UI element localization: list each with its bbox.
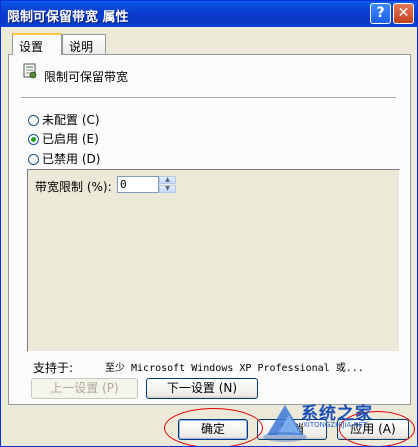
radio-label: 已启用 (E)	[42, 132, 99, 146]
support-label: 支持于:	[33, 361, 74, 375]
policy-name: 限制可保留带宽	[44, 70, 129, 84]
close-button[interactable]: ✕	[393, 3, 414, 24]
properties-dialog: 限制可保留带宽 属性 ? ✕ 设置 说明 限制可保留带宽 未配置 (C) 已启用…	[0, 0, 418, 447]
tab-settings[interactable]: 设置	[12, 33, 62, 55]
spin-up-icon[interactable]: ▲	[159, 176, 176, 184]
options-box	[27, 169, 400, 352]
bandwidth-label: 带宽限制 (%):	[35, 180, 112, 194]
tab-explain[interactable]: 说明	[62, 34, 106, 55]
policy-icon	[23, 63, 37, 79]
radio-not-configured[interactable]: 未配置 (C)	[28, 111, 100, 127]
next-setting-button[interactable]: 下一设置 (N)	[146, 378, 258, 399]
radio-circle[interactable]	[28, 134, 39, 145]
radio-circle[interactable]	[28, 154, 39, 165]
radio-label: 未配置 (C)	[42, 113, 100, 127]
window-title: 限制可保留带宽 属性	[7, 10, 129, 25]
separator	[21, 97, 396, 99]
spin-down-icon[interactable]: ▼	[159, 185, 176, 193]
help-button[interactable]: ?	[370, 3, 391, 24]
support-value: 至少 Microsoft Windows XP Professional 或..…	[105, 363, 364, 374]
radio-enabled[interactable]: 已启用 (E)	[28, 130, 99, 146]
watermark-subtext: XITONGZHIJIA.NET	[303, 421, 368, 429]
radio-disabled[interactable]: 已禁用 (D)	[28, 150, 100, 166]
bandwidth-spinner[interactable]: ▲ ▼	[159, 176, 176, 193]
bandwidth-input[interactable]: 0	[117, 176, 159, 193]
radio-label: 已禁用 (D)	[42, 152, 101, 166]
radio-circle[interactable]	[28, 115, 39, 126]
annotation-circle-ok	[164, 408, 263, 446]
title-bar[interactable]: 限制可保留带宽 属性 ? ✕	[1, 1, 417, 27]
prev-setting-button[interactable]: 上一设置 (P)	[31, 378, 138, 399]
